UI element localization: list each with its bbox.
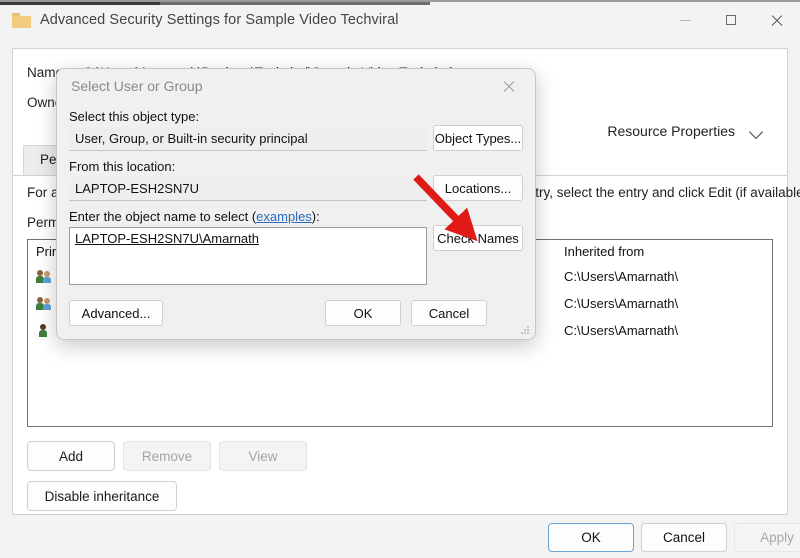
chevron-down-icon[interactable] xyxy=(749,125,765,141)
column-header-inherited-from: Inherited from xyxy=(564,244,644,259)
user-icon xyxy=(36,323,52,337)
close-button[interactable] xyxy=(754,2,800,38)
window-title: Advanced Security Settings for Sample Vi… xyxy=(40,12,399,28)
dialog-title-bar[interactable]: Select User or Group xyxy=(57,69,535,105)
add-button[interactable]: Add xyxy=(27,441,115,471)
object-types-button[interactable]: Object Types... xyxy=(433,125,523,151)
enter-name-suffix: ): xyxy=(312,209,320,224)
row-inherited-cell: C:\Users\Amarnath\ xyxy=(564,323,678,338)
maximize-button[interactable] xyxy=(708,2,754,38)
examples-link[interactable]: examples xyxy=(256,209,312,224)
close-icon xyxy=(503,80,515,92)
resource-properties-toggle[interactable]: Resource Properties xyxy=(607,123,735,139)
maximize-icon xyxy=(726,15,736,25)
cancel-button[interactable]: Cancel xyxy=(641,523,727,552)
folder-icon xyxy=(12,13,31,28)
dialog-body: Select this object type: User, Group, or… xyxy=(57,105,535,339)
locations-button[interactable]: Locations... xyxy=(433,175,523,201)
minimize-button[interactable] xyxy=(662,2,708,38)
window-title-bar[interactable]: Advanced Security Settings for Sample Vi… xyxy=(0,0,800,40)
disable-inheritance-button[interactable]: Disable inheritance xyxy=(27,481,177,511)
apply-button: Apply xyxy=(734,523,800,552)
title-bar-dark-strip xyxy=(0,2,160,5)
check-names-button[interactable]: Check Names xyxy=(433,225,523,251)
row-inherited-cell: C:\Users\Amarnath\ xyxy=(564,269,678,284)
dialog-close-button[interactable] xyxy=(487,69,531,103)
ok-button[interactable]: OK xyxy=(548,523,634,552)
users-group-icon xyxy=(36,269,52,283)
location-field[interactable]: LAPTOP-ESH2SN7U xyxy=(69,177,427,201)
object-name-value: LAPTOP-ESH2SN7U\Amarnath xyxy=(75,231,259,246)
object-name-input[interactable]: LAPTOP-ESH2SN7U\Amarnath xyxy=(69,227,427,285)
remove-button: Remove xyxy=(123,441,211,471)
resize-grip-icon[interactable] xyxy=(519,324,531,336)
dialog-cancel-button[interactable]: Cancel xyxy=(411,300,487,326)
dialog-ok-button[interactable]: OK xyxy=(325,300,401,326)
advanced-button[interactable]: Advanced... xyxy=(69,300,163,326)
title-bar-top-strip xyxy=(0,2,430,5)
enter-name-prefix: Enter the object name to select ( xyxy=(69,209,256,224)
view-button: View xyxy=(219,441,307,471)
object-type-label: Select this object type: xyxy=(69,109,199,124)
users-group-icon xyxy=(36,296,52,310)
minimize-icon xyxy=(680,20,691,21)
enter-object-name-label: Enter the object name to select (example… xyxy=(69,209,320,224)
close-icon xyxy=(771,14,783,26)
row-inherited-cell: C:\Users\Amarnath\ xyxy=(564,296,678,311)
object-type-field[interactable]: User, Group, or Built-in security princi… xyxy=(69,127,427,151)
dialog-title: Select User or Group xyxy=(71,78,203,94)
select-user-or-group-dialog: Select User or Group Select this object … xyxy=(56,68,536,340)
location-label: From this location: xyxy=(69,159,175,174)
